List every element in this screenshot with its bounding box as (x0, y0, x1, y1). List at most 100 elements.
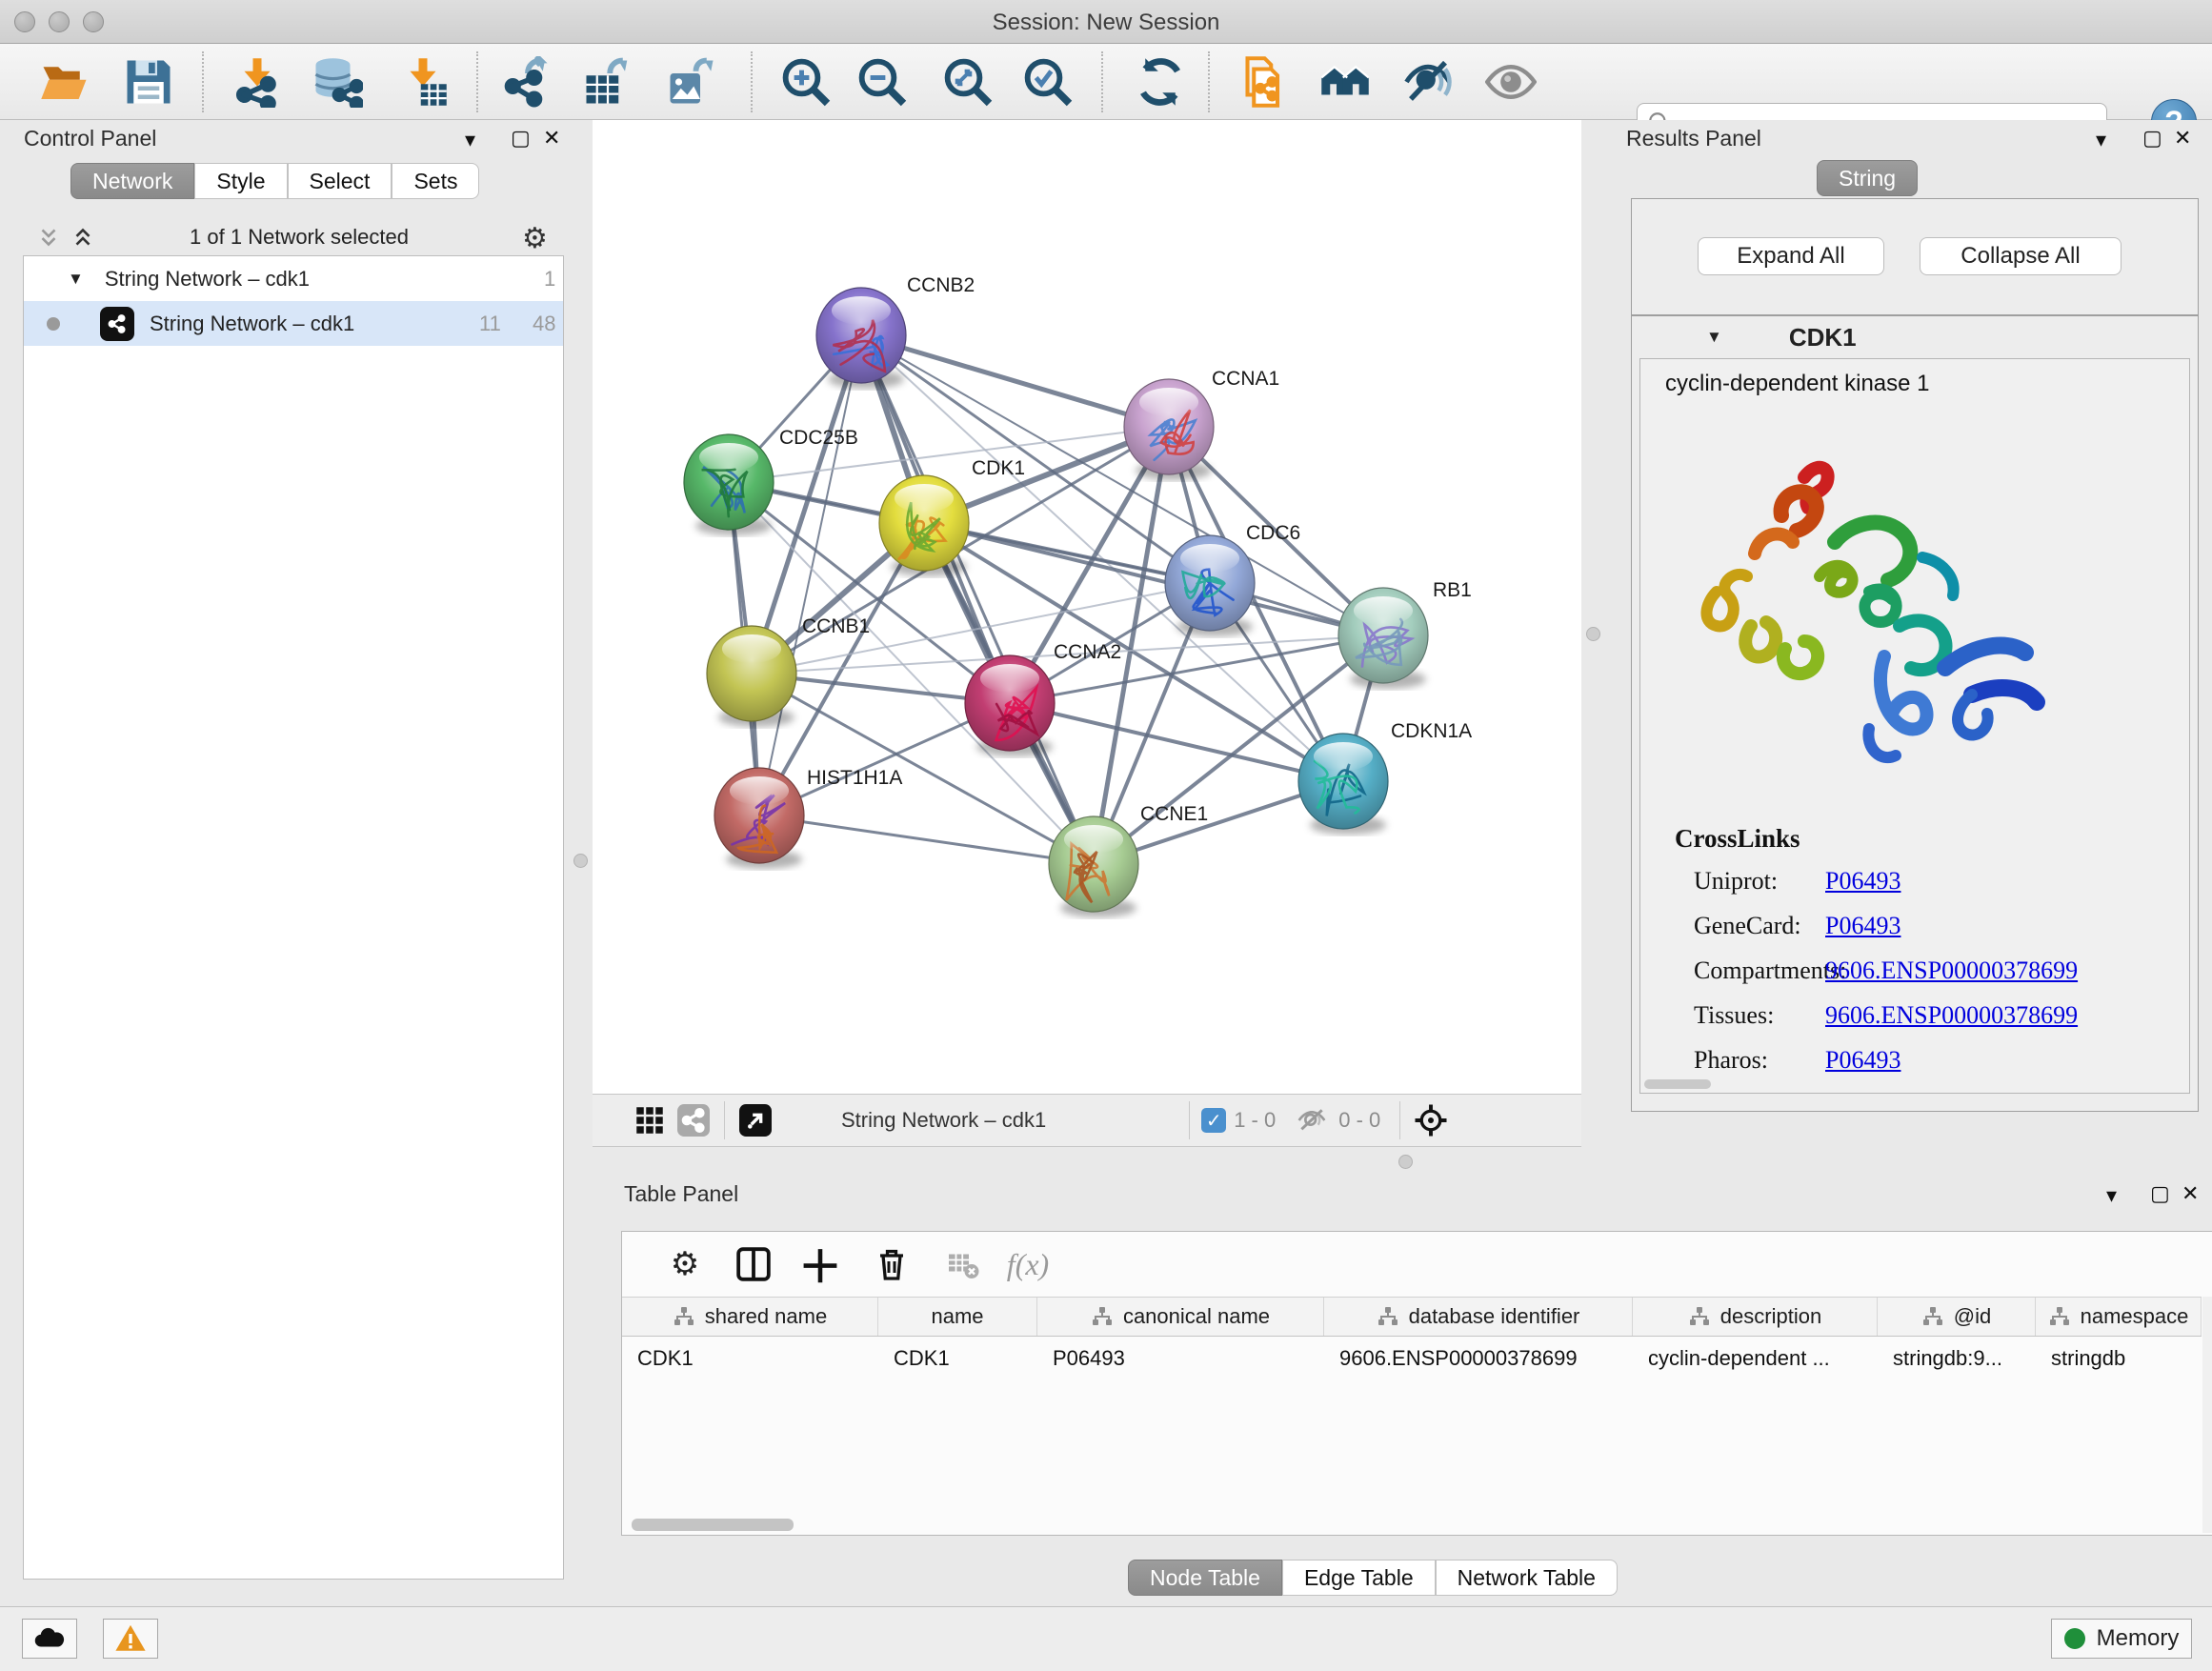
zoom-in-button[interactable] (777, 53, 835, 111)
export-table-icon (582, 56, 633, 108)
show-columns-icon[interactable] (729, 1239, 778, 1289)
export-image-button[interactable] (663, 53, 720, 111)
zoom-out-button[interactable] (854, 53, 911, 111)
selected-checkbox-icon[interactable]: ✓ (1201, 1108, 1226, 1133)
table-cell[interactable]: 9606.ENSP00000378699 (1324, 1337, 1633, 1380)
column-header-database-identifier[interactable]: database identifier (1324, 1298, 1633, 1336)
network-collection-row[interactable]: ▼ String Network – cdk1 1 (24, 256, 563, 301)
birds-eye-view-icon[interactable] (1412, 1101, 1450, 1139)
network-node-cdc6[interactable]: CDC6 (1165, 522, 1300, 636)
column-header-canonical-name[interactable]: canonical name (1037, 1298, 1324, 1336)
column-header-shared-name[interactable]: shared name (622, 1298, 878, 1336)
detach-view-icon[interactable] (736, 1101, 774, 1139)
table-row[interactable]: CDK1CDK1P064939606.ENSP00000378699cyclin… (622, 1337, 2202, 1380)
table-cell[interactable]: cyclin-dependent ... (1633, 1337, 1878, 1380)
table-hscrollbar-thumb[interactable] (632, 1519, 794, 1531)
tab-select[interactable]: Select (288, 163, 392, 199)
hierarchy-icon (1377, 1305, 1399, 1328)
panel-collapse-icon[interactable]: ▾ (465, 128, 475, 152)
tab-network[interactable]: Network (70, 163, 194, 199)
network-node-ccna1[interactable]: CCNA1 (1124, 368, 1279, 480)
panel-close-icon[interactable]: ✕ (543, 126, 560, 151)
panel-float-icon[interactable]: ▢ (511, 126, 531, 151)
gear-icon[interactable]: ⚙ (522, 222, 548, 255)
network-edge[interactable] (1010, 703, 1343, 781)
save-session-button[interactable] (120, 53, 177, 111)
network-row[interactable]: String Network – cdk1 11 48 (24, 301, 563, 346)
export-table-button[interactable] (579, 53, 636, 111)
import-table-button[interactable] (394, 53, 452, 111)
view-share-icon[interactable] (674, 1101, 713, 1139)
network-node-cdc25b[interactable]: CDC25B (684, 427, 858, 535)
collapse-all-button[interactable]: Collapse All (1920, 237, 2122, 275)
zoom-selected-button[interactable] (1019, 53, 1076, 111)
crosslink-link[interactable]: 9606.ENSP00000378699 (1825, 1001, 2078, 1030)
tab-string[interactable]: String (1817, 160, 1918, 196)
crosslink-link[interactable]: P06493 (1825, 1046, 1900, 1075)
cloud-button[interactable] (22, 1619, 77, 1659)
open-session-button[interactable] (36, 53, 93, 111)
tab-sets[interactable]: Sets (392, 163, 479, 199)
entry-header[interactable]: ▼ CDK1 (1632, 316, 2198, 358)
network-edge[interactable] (924, 523, 1383, 635)
add-column-icon[interactable]: ＋ (795, 1239, 845, 1289)
network-node-cdkn1a[interactable]: CDKN1A (1298, 720, 1472, 835)
panel-collapse-icon[interactable]: ▾ (2106, 1183, 2117, 1208)
network-node-rb1[interactable]: RB1 (1338, 579, 1472, 689)
network-graph[interactable]: CCNB2CCNA1CDC25BCDK1CDC6RB1CCNB1CCNA2CDK… (593, 120, 1581, 1094)
table-cell[interactable]: CDK1 (878, 1337, 1037, 1380)
tab-style[interactable]: Style (194, 163, 287, 199)
column-header-description[interactable]: description (1633, 1298, 1878, 1336)
table-vscrollbar[interactable] (2202, 1297, 2212, 1533)
tree-expand-arrow-icon[interactable]: ▼ (68, 270, 84, 289)
network-node-hist1h1a[interactable]: HIST1H1A (714, 767, 902, 869)
crosslink-link[interactable]: P06493 (1825, 912, 1900, 940)
crosslink-link[interactable]: 9606.ENSP00000378699 (1825, 956, 2078, 985)
network-node-ccnb2[interactable]: CCNB2 (816, 274, 975, 389)
import-network-file-button[interactable] (229, 53, 286, 111)
table-cell[interactable]: stringdb:9... (1878, 1337, 2036, 1380)
panel-close-icon[interactable]: ✕ (2182, 1181, 2199, 1206)
expand-all-chevrons-icon[interactable] (70, 225, 95, 250)
export-network-button[interactable] (499, 53, 556, 111)
entry-collapse-arrow-icon[interactable]: ▼ (1706, 328, 1722, 347)
left-splitter-handle[interactable] (573, 854, 588, 868)
view-grid-icon[interactable] (631, 1101, 669, 1139)
panel-close-icon[interactable]: ✕ (2174, 126, 2191, 151)
column-header-namespace[interactable]: namespace (2036, 1298, 2202, 1336)
warnings-button[interactable] (103, 1619, 158, 1659)
network-canvas[interactable]: CCNB2CCNA1CDC25BCDK1CDC6RB1CCNB1CCNA2CDK… (593, 120, 1581, 1094)
panel-float-icon[interactable]: ▢ (2142, 126, 2162, 151)
crosslink-link[interactable]: P06493 (1825, 867, 1900, 896)
network-node-cdk1[interactable]: CDK1 (879, 457, 1025, 576)
show-all-button[interactable] (1482, 53, 1539, 111)
results-scrollbar-thumb[interactable] (1644, 1079, 1711, 1089)
panel-collapse-icon[interactable]: ▾ (2096, 128, 2106, 152)
network-edge[interactable] (759, 815, 1094, 864)
home-networks-button[interactable] (1317, 53, 1374, 111)
expand-all-button[interactable]: Expand All (1698, 237, 1884, 275)
delete-column-icon[interactable] (867, 1239, 916, 1289)
network-edge[interactable] (861, 335, 1169, 427)
copy-network-button[interactable] (1232, 53, 1289, 111)
panel-float-icon[interactable]: ▢ (2150, 1181, 2170, 1206)
tab-network-table[interactable]: Network Table (1436, 1560, 1618, 1596)
table-cell[interactable]: CDK1 (622, 1337, 878, 1380)
tab-edge-table[interactable]: Edge Table (1282, 1560, 1436, 1596)
table-cell[interactable]: stringdb (2036, 1337, 2202, 1380)
table-gear-icon[interactable]: ⚙ (660, 1239, 710, 1289)
column-header-name[interactable]: name (878, 1298, 1037, 1336)
tab-node-table[interactable]: Node Table (1128, 1560, 1282, 1596)
bottom-splitter-handle[interactable] (1398, 1155, 1413, 1169)
network-node-ccnb1[interactable]: CCNB1 (707, 615, 870, 727)
import-network-database-button[interactable] (309, 53, 366, 111)
memory-button[interactable]: Memory (2051, 1619, 2192, 1659)
entry-detail: cyclin-dependent kinase 1 (1639, 358, 2190, 1094)
collapse-all-chevrons-icon[interactable] (36, 225, 61, 250)
apply-layout-button[interactable] (1132, 53, 1189, 111)
table-cell[interactable]: P06493 (1037, 1337, 1324, 1380)
hide-selected-button[interactable] (1399, 53, 1457, 111)
column-header--id[interactable]: @id (1878, 1298, 2036, 1336)
zoom-fit-button[interactable] (939, 53, 996, 111)
right-splitter-handle[interactable] (1586, 627, 1600, 641)
